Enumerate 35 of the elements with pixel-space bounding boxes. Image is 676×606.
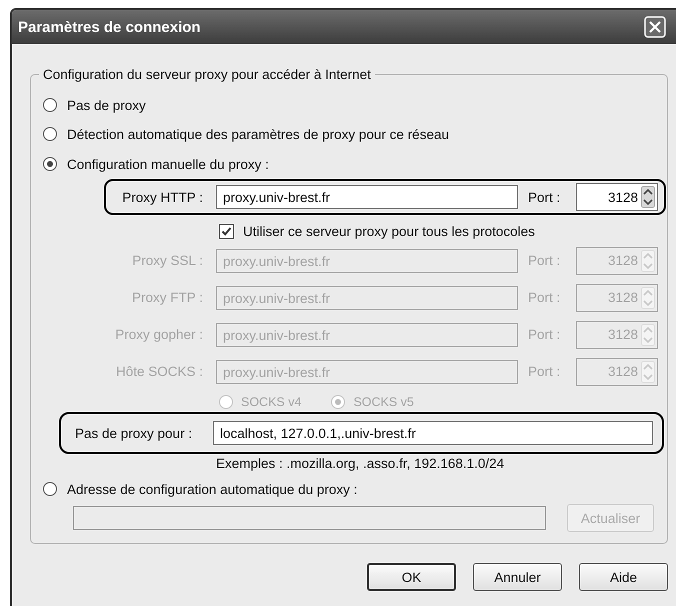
- checkbox-label: Utiliser ce serveur proxy pour tous les protocoles: [243, 224, 535, 238]
- dialog-button[interactable]: OK: [367, 563, 456, 591]
- port-spinner[interactable]: 3128: [576, 183, 658, 211]
- url-field[interactable]: [73, 506, 546, 530]
- field-label: Hôte SOCKS :: [114, 364, 203, 379]
- radio-button[interactable]: [43, 98, 57, 112]
- port-label: Port :: [528, 364, 562, 379]
- dialog-button[interactable]: Aide: [579, 563, 668, 591]
- port-label: Port :: [528, 190, 562, 204]
- radio-label: Adresse de configuration automatique du proxy :: [67, 482, 358, 496]
- radio-button[interactable]: [43, 482, 57, 496]
- input-field[interactable]: proxy.univ-brest.fr: [216, 185, 518, 209]
- radio-label: SOCKS v5: [353, 395, 414, 409]
- input-field[interactable]: localhost, 127.0.0.1,.univ-brest.fr: [213, 421, 653, 445]
- spin-arrows-icon[interactable]: [641, 186, 655, 208]
- port-label: Port :: [528, 327, 562, 342]
- port-label: Port :: [528, 290, 562, 305]
- radio-label: Configuration manuelle du proxy :: [67, 156, 269, 172]
- radio-button[interactable]: [43, 127, 57, 141]
- close-icon[interactable]: [644, 16, 666, 38]
- radio-button[interactable]: [43, 157, 57, 171]
- dialog-button[interactable]: Annuler: [473, 563, 562, 591]
- radio-label: Détection automatique des paramètres de proxy pour ce réseau: [67, 126, 449, 142]
- field-label: Pas de proxy pour :: [74, 426, 194, 440]
- field-label: Proxy SSL :: [131, 253, 203, 268]
- radio-label: Pas de proxy: [67, 98, 146, 112]
- field-label: Proxy FTP :: [130, 290, 203, 305]
- field-label: Proxy gopher :: [114, 327, 203, 342]
- hint-text: Exemples : .mozilla.org, .asso.fr, 192.168.1.0/24: [216, 456, 504, 471]
- field-label: Proxy HTTP :: [121, 190, 203, 204]
- group-legend: Configuration du serveur proxy pour accéder à Internet: [39, 66, 375, 83]
- radio-label: SOCKS v4: [241, 395, 302, 409]
- port-label: Port :: [528, 253, 562, 268]
- checkbox[interactable]: [219, 224, 234, 238]
- window-title: Paramètres de connexion: [18, 18, 201, 36]
